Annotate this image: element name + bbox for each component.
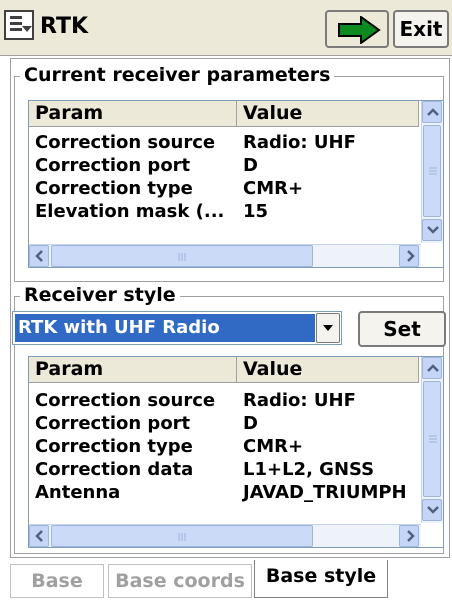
current-params-legend: Current receiver parameters [20,64,335,86]
arrow-right-icon [338,16,381,44]
value-cell[interactable]: L1+L2, GNSS [237,459,419,481]
scroll-thumb[interactable] [423,381,441,497]
vertical-scrollbar[interactable] [421,101,443,243]
scroll-down-button[interactable] [422,499,442,521]
tab-base-style[interactable]: Base style [254,560,388,598]
param-cell[interactable]: Correction data [29,459,237,481]
scroll-up-button[interactable] [422,101,442,123]
column-header-value[interactable]: Value [237,357,419,383]
param-cell[interactable]: Correction source [29,390,237,412]
param-cell[interactable]: Correction source [29,132,237,154]
param-cell[interactable]: Correction port [29,155,237,177]
dropdown-arrow-button[interactable] [316,313,340,343]
app-title: RTK [40,14,89,39]
column-header-param[interactable]: Param [29,101,237,127]
param-cell[interactable]: Elevation mask (... [29,201,237,223]
title-bar: RTK Exit [0,0,452,56]
receiver-style-legend: Receiver style [20,284,180,306]
menu-icon[interactable] [4,10,34,40]
next-button[interactable] [325,10,389,48]
chevron-down-icon [427,506,439,514]
exit-button[interactable]: Exit [393,10,449,48]
vertical-scrollbar[interactable] [421,357,443,523]
column-header-value[interactable]: Value [237,101,419,127]
value-cell[interactable]: Radio: UHF [237,132,419,154]
set-button[interactable]: Set [358,311,446,347]
param-cell[interactable]: Correction port [29,413,237,435]
column-header-param[interactable]: Param [29,357,237,383]
param-cell[interactable]: Antenna [29,482,237,504]
value-cell[interactable]: JAVAD_TRIUMPH [237,482,419,504]
receiver-style-selected-value[interactable]: RTK with UHF Radio [15,314,315,342]
chevron-right-icon [407,250,415,262]
value-cell[interactable]: D [237,413,419,435]
scroll-left-button[interactable] [29,525,49,547]
tab-base[interactable]: Base [10,564,104,598]
receiver-style-select[interactable]: RTK with UHF Radio [12,311,342,345]
value-cell[interactable]: Radio: UHF [237,390,419,412]
scroll-right-button[interactable] [399,525,419,547]
scroll-down-button[interactable] [422,219,442,241]
chevron-left-icon [35,530,43,542]
scroll-left-button[interactable] [29,245,49,267]
horizontal-scrollbar[interactable] [29,244,421,267]
current-params-grid[interactable]: Param Value Correction source Radio: UHF… [28,100,444,268]
param-cell[interactable]: Correction type [29,436,237,458]
scroll-thumb[interactable] [423,125,441,217]
param-cell[interactable]: Correction type [29,178,237,200]
tab-bar: Base Base coords Base style [0,560,452,602]
chevron-down-icon [427,226,439,234]
chevron-left-icon [35,250,43,262]
tab-base-coords[interactable]: Base coords [108,564,252,598]
scroll-right-button[interactable] [399,245,419,267]
receiver-style-grid[interactable]: Param Value Correction source Radio: UHF… [28,356,444,548]
chevron-right-icon [407,530,415,542]
scroll-thumb[interactable] [51,525,313,547]
value-cell[interactable]: CMR+ [237,436,419,458]
value-cell[interactable]: 15 [237,201,419,223]
chevron-up-icon [427,108,439,116]
value-cell[interactable]: CMR+ [237,178,419,200]
scroll-up-button[interactable] [422,357,442,379]
value-cell[interactable]: D [237,155,419,177]
chevron-up-icon [427,364,439,372]
triangle-down-icon [323,325,333,331]
scroll-thumb[interactable] [51,245,313,267]
horizontal-scrollbar[interactable] [29,524,421,547]
